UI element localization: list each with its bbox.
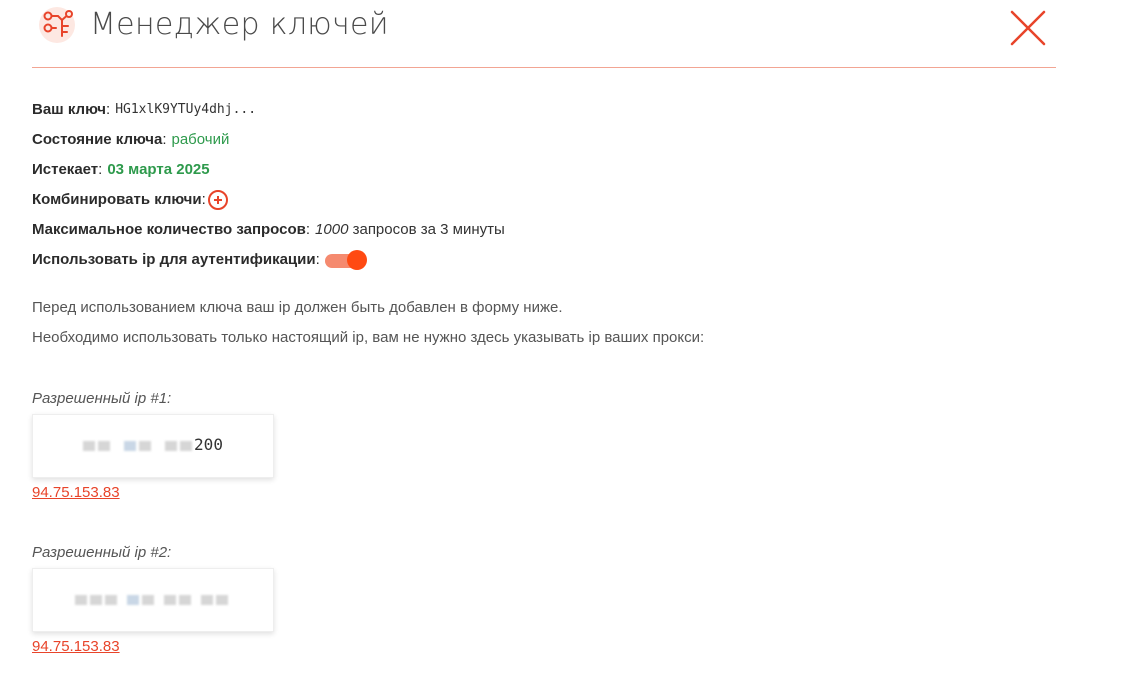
note-line-2: Необходимо использовать только настоящий… — [32, 329, 705, 346]
state-value: рабочий — [171, 131, 230, 148]
state-label: Состояние ключа — [32, 131, 163, 148]
key-value: HG1xlK9YTUy4dhj... — [115, 102, 257, 117]
max-requests-text: запросов за 3 минуты — [352, 221, 505, 238]
expires-row: Истекает: 03 марта 2025 — [32, 155, 505, 185]
key-circuit-icon — [39, 7, 75, 43]
page-title: Менеджер ключей — [90, 7, 389, 42]
allowed-ip-2-input[interactable] — [32, 568, 274, 632]
combine-label: Комбинировать ключи — [32, 191, 202, 208]
max-requests-label: Максимальное количество запросов — [32, 221, 306, 238]
expires-value: 03 марта 2025 — [107, 161, 210, 178]
allowed-ip-2-current-link[interactable]: 94.75.153.83 — [32, 638, 120, 655]
note-line-1: Перед использованием ключа ваш ip должен… — [32, 299, 563, 316]
allowed-ip-2-label: Разрешенный ip #2: — [32, 544, 172, 561]
ip-auth-row: Использовать ip для аутентификации: — [32, 245, 505, 275]
key-row: Ваш ключ: HG1xlK9YTUy4dhj... — [32, 95, 505, 125]
header: Менеджер ключей — [32, 0, 1056, 68]
allowed-ip-1-current-link[interactable]: 94.75.153.83 — [32, 484, 120, 501]
key-label: Ваш ключ — [32, 101, 107, 118]
expires-label: Истекает — [32, 161, 99, 178]
ip-auth-label: Использовать ip для аутентификации — [32, 251, 316, 268]
max-requests-count: 1000 — [315, 221, 349, 238]
allowed-ip-1-input[interactable]: 200 — [32, 414, 274, 478]
toggle-knob — [346, 250, 367, 270]
allowed-ip-1-label: Разрешенный ip #1: — [32, 390, 172, 407]
state-row: Состояние ключа: рабочий — [32, 125, 505, 155]
allowed-ip-1-value: 200 — [33, 435, 273, 454]
key-info: Ваш ключ: HG1xlK9YTUy4dhj... Состояние к… — [32, 95, 505, 275]
combine-keys-button[interactable] — [207, 190, 228, 210]
allowed-ip-2-value — [33, 589, 273, 608]
max-requests-row: Максимальное количество запросов: 1000 з… — [32, 215, 505, 245]
close-icon[interactable] — [1008, 8, 1048, 48]
ip-auth-toggle[interactable] — [324, 248, 369, 272]
combine-row: Комбинировать ключи: — [32, 185, 505, 215]
